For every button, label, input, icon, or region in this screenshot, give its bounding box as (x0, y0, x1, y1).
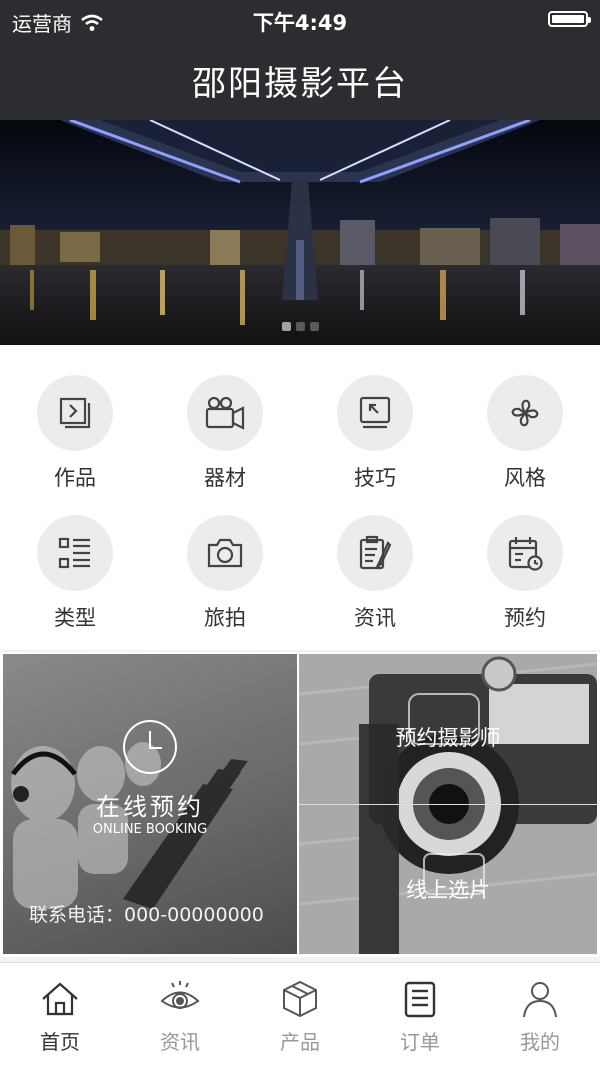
grid-item-label: 预约 (504, 606, 546, 630)
grid-item-tips[interactable]: 技巧 (300, 345, 450, 490)
tab-label: 首页 (40, 1030, 80, 1054)
box-icon (283, 980, 317, 1018)
banner-carousel[interactable] (0, 120, 600, 345)
news-icon (337, 515, 413, 591)
carousel-dot[interactable] (309, 322, 319, 331)
tab-label: 产品 (280, 1030, 320, 1054)
order-icon (404, 981, 436, 1018)
tips-icon (337, 375, 413, 451)
works-icon (37, 375, 113, 451)
battery-icon (548, 11, 591, 27)
grid-item-travel[interactable]: 旅拍 (150, 485, 300, 630)
status-bar: 运营商 下午4:49 (0, 0, 600, 40)
online-booking-title: 在线预约 (96, 793, 204, 821)
tab-orders[interactable]: 订单 (360, 963, 480, 1066)
user-icon (523, 982, 557, 1018)
home-icon (42, 982, 78, 1016)
promo-section: 在线预约 ONLINE BOOKING 联系电话：000-00000000 预约… (0, 652, 600, 957)
tab-label: 我的 (520, 1030, 560, 1054)
clock-icon (123, 720, 177, 774)
list-type-icon (37, 515, 113, 591)
tab-home[interactable]: 首页 (0, 963, 120, 1066)
online-booking-card[interactable]: 在线预约 ONLINE BOOKING 联系电话：000-00000000 (3, 654, 297, 954)
book-photographer-link[interactable]: 预约摄影师 (299, 722, 597, 752)
photographer-promo: 预约摄影师 线上选片 (299, 654, 597, 954)
style-icon (487, 375, 563, 451)
camera-icon (187, 515, 263, 591)
bottom-tab-bar: 首页 资讯 产品 订单 我的 (0, 962, 600, 1066)
tab-news[interactable]: 资讯 (120, 963, 240, 1066)
grid-item-equipment[interactable]: 器材 (150, 345, 300, 490)
grid-item-label: 资讯 (354, 606, 396, 630)
grid-item-type[interactable]: 类型 (0, 485, 150, 630)
nav-bar: 邵阳摄影平台 (0, 40, 600, 120)
tab-profile[interactable]: 我的 (480, 963, 600, 1066)
grid-item-booking[interactable]: 预约 (450, 485, 600, 630)
tab-label: 资讯 (160, 1030, 200, 1054)
banner-image (0, 120, 600, 345)
status-time: 下午4:49 (252, 11, 348, 35)
carousel-dots[interactable] (0, 322, 600, 331)
grid-item-label: 旅拍 (204, 606, 246, 630)
tab-label: 订单 (400, 1030, 440, 1054)
grid-item-label: 类型 (54, 606, 96, 630)
camera-video-icon (187, 375, 263, 451)
online-select-link[interactable]: 线上选片 (299, 874, 597, 904)
promo-divider (299, 804, 597, 805)
carousel-dot[interactable] (295, 322, 305, 331)
page-title: 邵阳摄影平台 (192, 64, 408, 104)
grid-item-news[interactable]: 资讯 (300, 485, 450, 630)
grid-item-style[interactable]: 风格 (450, 345, 600, 490)
tab-products[interactable]: 产品 (240, 963, 360, 1066)
calendar-icon (487, 515, 563, 591)
eye-icon (160, 981, 200, 1009)
carousel-dot[interactable] (281, 322, 291, 331)
contact-phone: 联系电话：000-00000000 (29, 904, 264, 926)
online-booking-subtitle: ONLINE BOOKING (92, 822, 208, 837)
grid-item-works[interactable]: 作品 (0, 345, 150, 490)
category-grid: 作品 器材 技巧 风格 类型 旅拍 资讯 预约 (0, 345, 600, 650)
